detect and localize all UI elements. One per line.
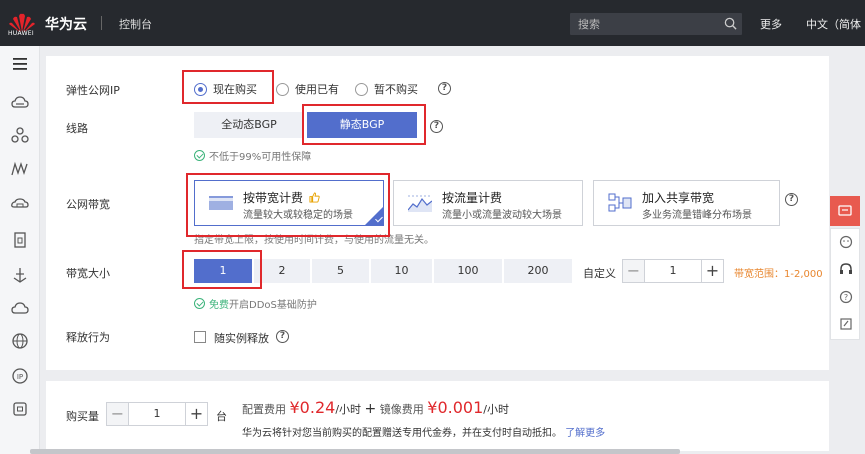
radio-label: 使用已有 — [295, 83, 339, 96]
card-desc: 多业务流量错峰分布场景 — [642, 210, 752, 221]
help-icon[interactable]: ? — [839, 290, 853, 304]
card-desc: 流量小或流量波动较大场景 — [442, 210, 562, 221]
svg-text:?: ? — [844, 293, 848, 302]
bandwidth-stepper: − 1 + — [622, 259, 724, 283]
box-icon[interactable] — [10, 399, 30, 419]
config-fee-label: 配置费用 — [242, 403, 286, 416]
chat-icon[interactable] — [839, 235, 853, 249]
ddos-text: 开启DDoS基础防护 — [229, 300, 317, 311]
globe-icon[interactable] — [10, 331, 30, 351]
mirror-fee-value: ¥0.001 — [427, 398, 484, 417]
bandwidth-size-100[interactable]: 100 — [434, 259, 502, 283]
line-label: 线路 — [66, 122, 88, 135]
increase-button[interactable]: + — [701, 260, 723, 282]
ddos-note: 免费 开启DDoS基础防护 — [194, 296, 317, 311]
card-title: 按流量计费 — [442, 191, 503, 205]
anchor-icon[interactable] — [10, 265, 30, 285]
shared-bandwidth-card[interactable]: 加入共享带宽 多业务流量错峰分布场景 — [593, 180, 780, 226]
help-icon[interactable]: ? — [438, 82, 451, 95]
eip-option-not-now[interactable]: 暂不购买 — [355, 81, 418, 97]
feedback-icon — [838, 205, 852, 216]
headset-icon[interactable] — [839, 262, 853, 276]
eip-label: 弹性公网IP — [66, 84, 120, 97]
notice-text: 华为云将针对您当前购买的配置赠送专用代金券，并在支付时自动抵扣。 — [242, 428, 562, 439]
eip-option-use-existing[interactable]: 使用已有 — [276, 81, 339, 97]
checkbox-label: 随实例释放 — [214, 332, 269, 345]
bandwidth-billing-label: 公网带宽 — [66, 198, 110, 211]
database-icon[interactable] — [10, 194, 30, 214]
highlight-box — [182, 70, 274, 104]
highlight-box — [302, 104, 426, 145]
card-title: 加入共享带宽 — [642, 191, 715, 205]
edit-icon[interactable] — [839, 317, 853, 331]
config-fee-value: ¥0.24 — [289, 398, 336, 417]
cloud-icon[interactable] — [10, 298, 30, 318]
svg-text:IP: IP — [17, 373, 23, 381]
release-behavior-label: 释放行为 — [66, 331, 110, 344]
custom-label: 自定义 — [583, 267, 616, 280]
help-icon[interactable]: ? — [430, 120, 443, 133]
bandwidth-range-text: 带宽范围：1-2,000 M — [734, 269, 826, 280]
bandwidth-value-input[interactable]: 1 — [645, 260, 701, 282]
plus-sign: + — [364, 401, 377, 417]
line-option-full-dynamic-bgp[interactable]: 全动态BGP — [194, 112, 304, 138]
mirror-fee-label: 镜像费用 — [379, 403, 424, 416]
console-link[interactable]: 控制台 — [119, 16, 152, 32]
shared-bandwidth-icon — [608, 193, 632, 212]
availability-note: 不低于99%可用性保障 — [194, 148, 311, 163]
search-icon[interactable] — [724, 17, 737, 30]
bandwidth-size-200[interactable]: 200 — [504, 259, 572, 283]
search-box — [570, 13, 742, 35]
brand-name[interactable]: 华为云 — [45, 14, 87, 34]
bandwidth-size-10[interactable]: 10 — [371, 259, 432, 283]
highlight-box — [182, 250, 262, 289]
voucher-notice: 华为云将针对您当前购买的配置赠送专用代金券，并在支付时自动抵扣。 了解更多 — [242, 424, 605, 439]
floating-toolbar: ? — [830, 228, 860, 340]
quantity-input[interactable]: 1 — [129, 403, 185, 425]
radio-icon — [276, 82, 289, 96]
search-input[interactable] — [570, 13, 720, 35]
radio-icon — [355, 82, 368, 96]
learn-more-link[interactable]: 了解更多 — [565, 428, 605, 439]
unit-label: 台 — [216, 410, 227, 423]
help-icon[interactable]: ? — [785, 193, 798, 206]
highlight-box — [186, 173, 390, 237]
decrease-button[interactable]: − — [623, 260, 645, 282]
cloud-server-icon[interactable] — [10, 93, 30, 113]
ip-icon[interactable]: IP — [10, 366, 30, 386]
free-text: 免费 — [209, 300, 229, 311]
check-circle-icon — [194, 298, 205, 309]
mountain-icon[interactable] — [10, 159, 30, 179]
increase-button[interactable]: + — [185, 403, 207, 425]
menu-icon[interactable] — [10, 54, 30, 74]
horizontal-scrollbar[interactable] — [30, 449, 680, 454]
logo-text: HUAWEI — [8, 30, 34, 37]
quantity-stepper: − 1 + — [106, 402, 208, 426]
feedback-button[interactable] — [830, 196, 860, 226]
left-sidebar: IP — [0, 46, 40, 454]
radio-label: 暂不购买 — [374, 83, 418, 96]
top-navigation-bar: HUAWEI 华为云 控制台 更多 中文（简体 — [0, 0, 865, 46]
traffic-chart-icon — [408, 195, 432, 212]
per-hour: /小时 — [483, 403, 509, 416]
availability-text: 不低于99%可用性保障 — [209, 152, 312, 163]
price-line: 配置费用 ¥0.24/小时 + 镜像费用 ¥0.001/小时 — [242, 398, 509, 417]
network-icon[interactable] — [10, 125, 30, 145]
bandwidth-size-label: 带宽大小 — [66, 267, 110, 280]
release-with-instance-checkbox[interactable] — [194, 331, 206, 343]
decrease-button[interactable]: − — [107, 403, 129, 425]
check-circle-icon — [194, 150, 205, 161]
bandwidth-size-5[interactable]: 5 — [312, 259, 369, 283]
billing-by-traffic-card[interactable]: 按流量计费 流量小或流量波动较大场景 — [393, 180, 583, 226]
language-selector[interactable]: 中文（简体 — [806, 16, 861, 32]
divider — [101, 16, 102, 30]
storage-icon[interactable] — [10, 230, 30, 250]
more-menu[interactable]: 更多 — [760, 16, 782, 32]
quantity-label: 购买量 — [66, 410, 99, 423]
per-hour: /小时 — [335, 403, 362, 416]
help-icon[interactable]: ? — [276, 330, 289, 343]
bandwidth-size-2[interactable]: 2 — [254, 259, 310, 283]
